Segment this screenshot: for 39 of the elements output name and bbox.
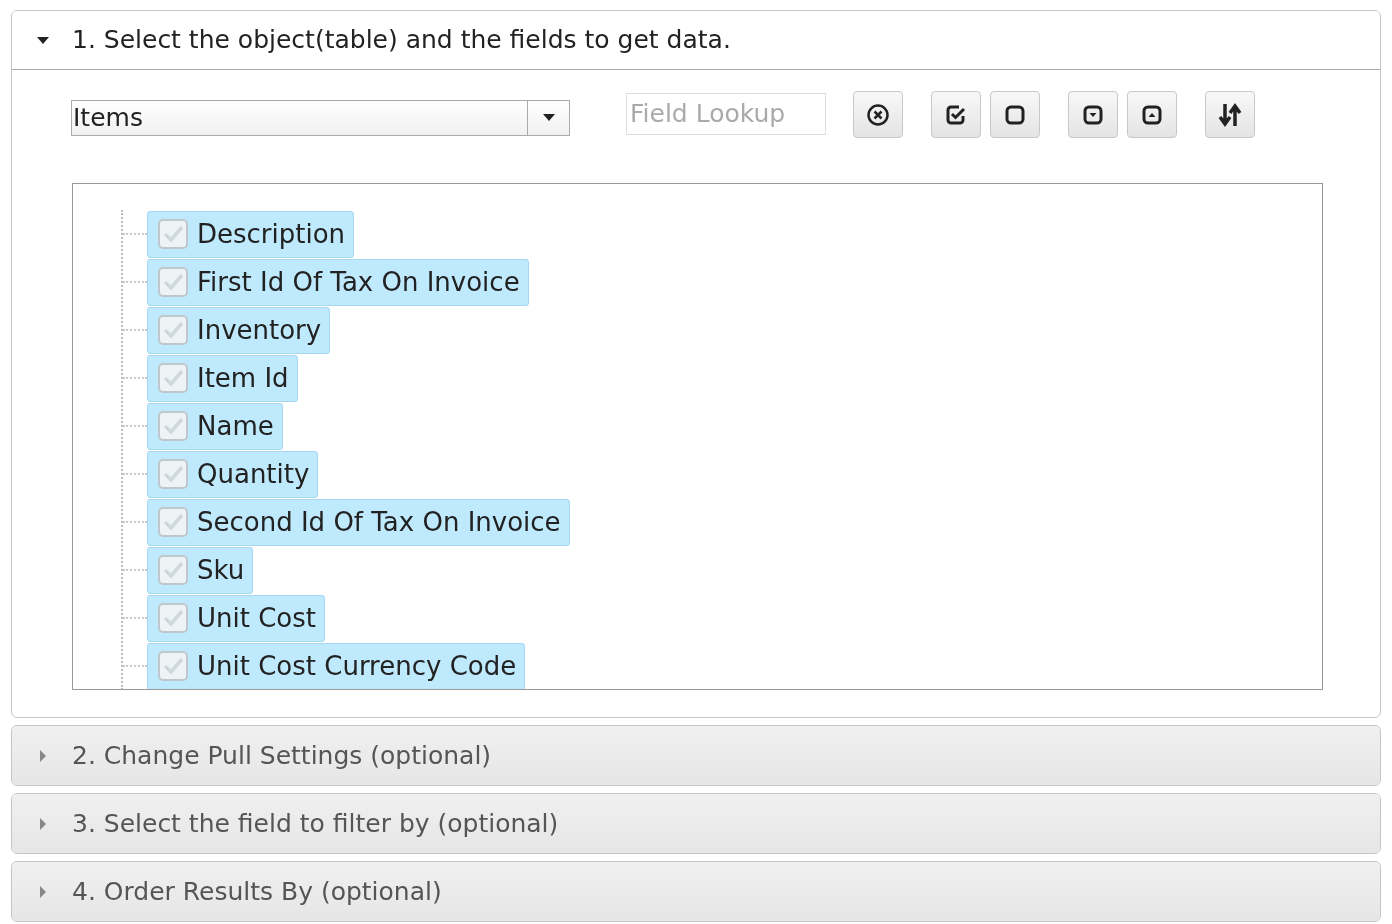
field-tree-item[interactable]: Description xyxy=(147,210,355,258)
checkbox-icon[interactable] xyxy=(157,266,189,298)
toolbar-button[interactable] xyxy=(990,91,1040,138)
section-title: 1. Select the object(table) and the fields to get data. xyxy=(72,24,731,57)
section-title: 2. Change Pull Settings (optional) xyxy=(72,739,492,772)
checkbox-icon[interactable] xyxy=(157,314,189,346)
toolbar-button[interactable] xyxy=(1205,91,1255,138)
section-header[interactable]: 3. Select the field to filter by (optional) xyxy=(12,794,1380,853)
field-tree-item[interactable]: Unit Cost Currency Code xyxy=(147,642,526,689)
clear-icon xyxy=(866,102,890,127)
field-lookup-input[interactable]: Field Lookup xyxy=(626,92,826,135)
field-tree-item[interactable]: Name xyxy=(147,402,283,450)
checkbox-icon[interactable] xyxy=(157,554,189,586)
field-tree-item[interactable]: First Id Of Tax On Invoice xyxy=(147,258,529,306)
section-title: 4. Order Results By (optional) xyxy=(72,875,442,908)
toolbar-button[interactable] xyxy=(853,91,903,138)
object-dropdown[interactable]: Items xyxy=(71,99,570,136)
toolbar-button[interactable] xyxy=(931,91,981,138)
checkbox-icon[interactable] xyxy=(157,362,189,394)
checkbox-icon[interactable] xyxy=(157,218,189,250)
section-header[interactable]: 1. Select the object(table) and the fields to get data. xyxy=(12,11,1380,70)
toolbar-button[interactable] xyxy=(1068,91,1118,138)
caret-down-icon xyxy=(542,113,555,122)
section-header[interactable]: 2. Change Pull Settings (optional) xyxy=(12,726,1380,785)
field-tree-item[interactable]: Sku xyxy=(147,546,254,594)
checkbox-icon[interactable] xyxy=(157,602,189,634)
field-tree-item[interactable]: Quantity xyxy=(147,450,319,498)
checkbox-icon[interactable] xyxy=(157,458,189,490)
checkbox-icon[interactable] xyxy=(157,410,189,442)
checkbox-icon[interactable] xyxy=(157,506,189,538)
toolbar-button[interactable] xyxy=(1127,91,1177,138)
field-tree-item[interactable]: Unit Cost xyxy=(147,594,325,642)
caret-down-icon xyxy=(36,35,50,45)
field-tree-item[interactable]: Second Id Of Tax On Invoice xyxy=(147,498,570,546)
field-tree-item[interactable]: Item Id xyxy=(147,354,298,402)
section-header[interactable]: 4. Order Results By (optional) xyxy=(12,862,1380,921)
checkbox-icon[interactable] xyxy=(157,650,189,682)
section-title: 3. Select the field to filter by (optional) xyxy=(72,807,559,840)
field-tree-item[interactable]: Inventory xyxy=(147,306,331,354)
